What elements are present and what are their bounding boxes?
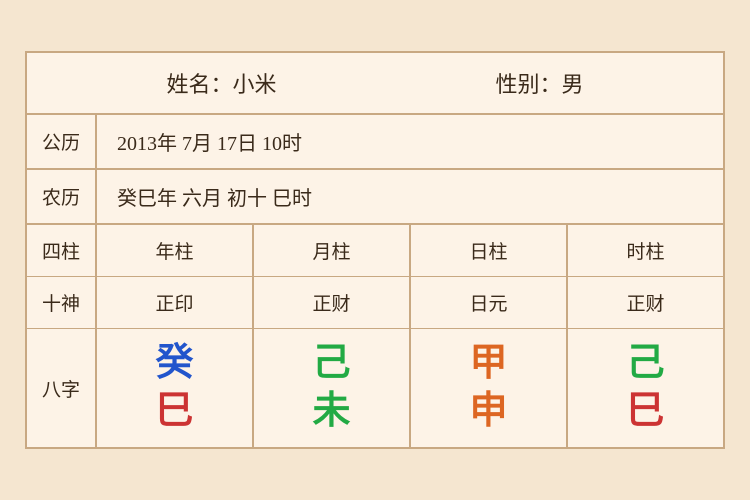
- shishen-month: 正财: [254, 277, 411, 328]
- bazi-col-3: 己 巳: [568, 329, 723, 447]
- bazi-0-bottom: 巳: [155, 391, 193, 433]
- bazi-col-0: 癸 巳: [97, 329, 254, 447]
- bazi-3-top: 己: [626, 343, 664, 385]
- header-row: 姓名：小米 性别：男: [27, 53, 723, 115]
- bazi-3-bottom: 巳: [626, 391, 664, 433]
- lunar-row: 农历 癸巳年 六月 初十 巳时: [27, 170, 723, 225]
- main-container: 姓名：小米 性别：男 公历 2013年 7月 17日 10时 农历 癸巳年 六月…: [25, 51, 725, 449]
- bazi-label: 八字: [27, 329, 97, 447]
- pillars-row: 四柱 年柱 月柱 日柱 时柱: [27, 225, 723, 277]
- bazi-2-top: 甲: [469, 343, 507, 385]
- solar-label: 公历: [27, 115, 97, 168]
- shishen-row: 十神 正印 正财 日元 正财: [27, 277, 723, 329]
- lunar-value: 癸巳年 六月 初十 巳时: [97, 170, 723, 223]
- pillar-hour: 时柱: [568, 225, 723, 276]
- shishen-label: 十神: [27, 277, 97, 328]
- solar-value: 2013年 7月 17日 10时: [97, 115, 723, 168]
- shishen-year: 正印: [97, 277, 254, 328]
- shishen-hour: 正财: [568, 277, 723, 328]
- bazi-1-bottom: 未: [312, 391, 350, 433]
- bazi-col-2: 甲 申: [411, 329, 568, 447]
- shishen-day: 日元: [411, 277, 568, 328]
- bazi-col-1: 己 未: [254, 329, 411, 447]
- name-label: 姓名：小米: [166, 67, 276, 99]
- bazi-0-top: 癸: [155, 343, 193, 385]
- solar-row: 公历 2013年 7月 17日 10时: [27, 115, 723, 170]
- bazi-row: 八字 癸 巳 己 未 甲 申 己 巳: [27, 329, 723, 447]
- gender-label: 性别：男: [495, 67, 583, 99]
- lunar-label: 农历: [27, 170, 97, 223]
- bazi-1-top: 己: [312, 343, 350, 385]
- pillar-year: 年柱: [97, 225, 254, 276]
- pillar-day: 日柱: [411, 225, 568, 276]
- bazi-2-bottom: 申: [469, 391, 507, 433]
- pillar-month: 月柱: [254, 225, 411, 276]
- pillars-label: 四柱: [27, 225, 97, 276]
